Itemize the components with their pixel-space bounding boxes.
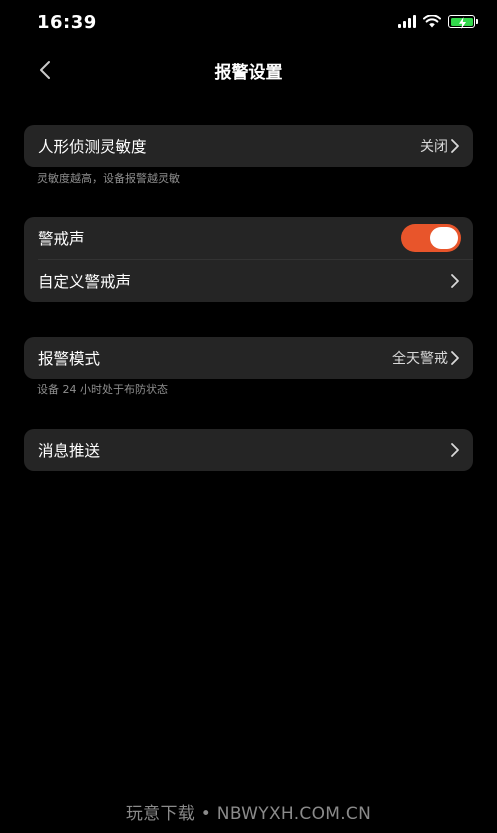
alarm-sound-toggle[interactable] [401,224,461,252]
sensitivity-card: 人形侦测灵敏度 关闭 [24,125,473,167]
page-title: 报警设置 [214,63,283,83]
push-label: 消息推送 [38,442,101,460]
alarm-mode-label: 报警模式 [38,350,101,368]
alarm-sound-label: 警戒声 [38,230,85,248]
status-time: 16:39 [37,12,97,33]
alarm-mode-hint: 设备 24 小时处于布防状态 [37,383,168,396]
status-bar: 16:39 [0,0,497,48]
sensitivity-row[interactable]: 人形侦测灵敏度 关闭 [24,125,473,167]
sensitivity-hint: 灵敏度越高，设备报警越灵敏 [37,172,180,185]
alarm-mode-row[interactable]: 报警模式 全天警戒 [24,337,473,379]
sensitivity-value: 关闭 [420,139,448,155]
signal-icon [398,15,416,28]
wifi-icon [423,15,441,28]
chevron-right-icon [451,274,459,288]
status-icons [398,15,478,29]
chevron-right-icon [451,139,459,153]
sensitivity-label: 人形侦测灵敏度 [38,138,147,156]
alarm-mode-card: 报警模式 全天警戒 [24,337,473,379]
toggle-knob [430,227,458,249]
chevron-right-icon [451,443,459,457]
alarm-mode-value: 全天警戒 [392,351,448,367]
chevron-right-icon [451,351,459,365]
push-card: 消息推送 [24,429,473,471]
custom-alarm-sound-label: 自定义警戒声 [38,273,132,291]
watermark: 玩意下载 • NBWYXH.COM.CN [125,804,372,824]
alarm-sound-row: 警戒声 [24,217,473,259]
nav-bar: 报警设置 [0,48,497,92]
push-row[interactable]: 消息推送 [24,429,473,471]
battery-charging-icon [448,15,478,29]
alarm-sound-card: 警戒声 自定义警戒声 [24,217,473,302]
custom-alarm-sound-row[interactable]: 自定义警戒声 [24,260,473,302]
